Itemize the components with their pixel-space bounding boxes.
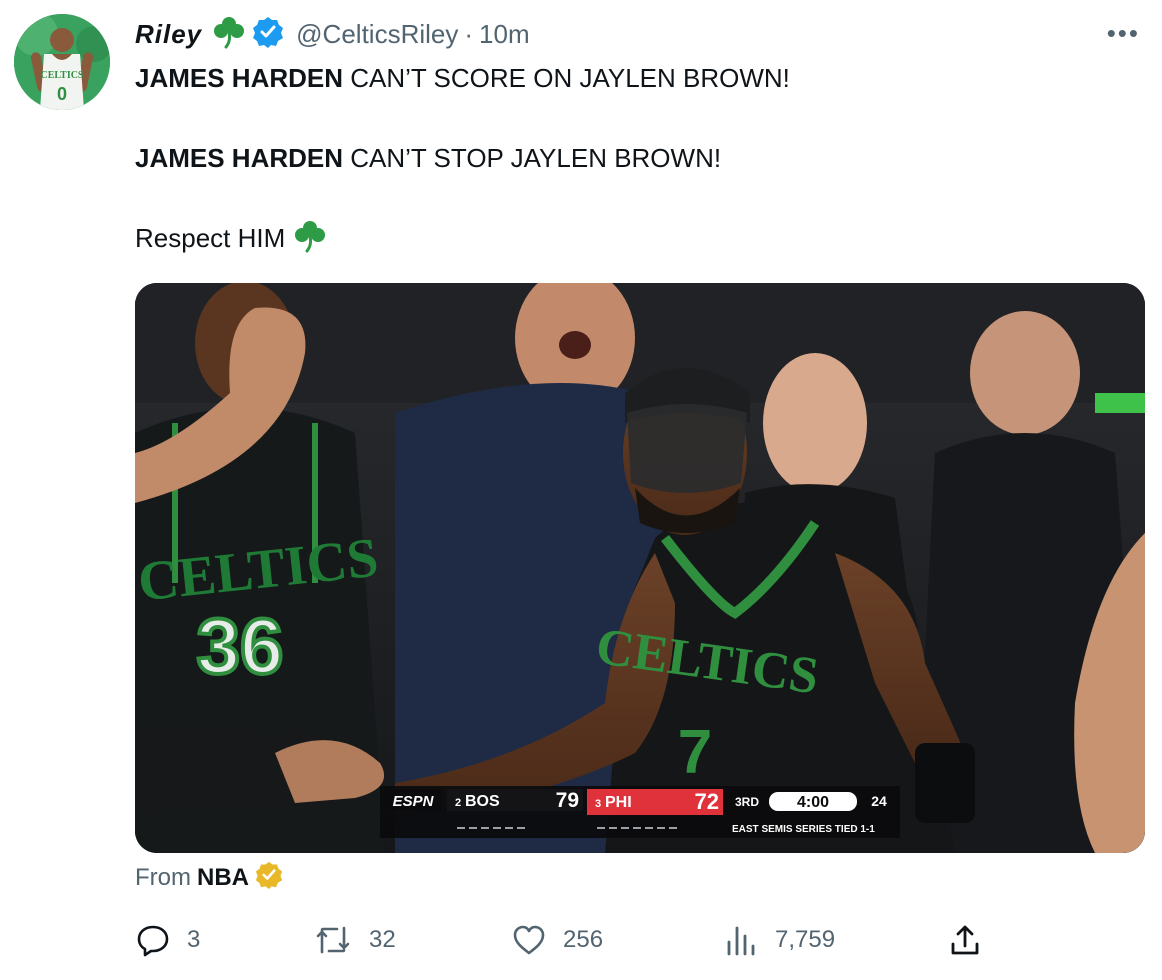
- clover-icon: [293, 219, 327, 264]
- shot-clock: 24: [871, 793, 887, 809]
- more-icon[interactable]: •••: [1107, 20, 1140, 46]
- verified-icon[interactable]: [252, 16, 284, 53]
- reply-count: 3: [187, 926, 201, 953]
- source-name[interactable]: NBA: [197, 864, 249, 892]
- tweet-line-2-rest: CAN’T STOP JAYLEN BROWN!: [343, 143, 722, 173]
- share-icon: [947, 922, 983, 958]
- tweet-line-1: JAMES HARDEN CAN’T SCORE ON JAYLEN BROWN…: [135, 58, 1135, 98]
- reply-icon: [135, 922, 171, 958]
- source-attribution[interactable]: From NBA: [135, 860, 283, 896]
- views-count: 7,759: [775, 926, 836, 953]
- home-seed: 3: [595, 798, 601, 810]
- retweet-button[interactable]: 32: [313, 918, 396, 962]
- retweet-icon: [313, 922, 353, 958]
- tweet-time[interactable]: 10m: [479, 19, 530, 50]
- quarter: 3RD: [735, 795, 759, 809]
- like-count: 256: [563, 926, 604, 953]
- tweet-line-1-bold: JAMES HARDEN: [135, 63, 344, 93]
- avatar-jersey-text: CELTICS: [41, 70, 84, 81]
- tweet-line-1-rest: CAN’T SCORE ON JAYLEN BROWN!: [343, 63, 790, 93]
- tweet-header: Riley @CelticsRiley · 10m: [135, 14, 530, 54]
- gold-check-icon: [255, 861, 283, 896]
- share-button[interactable]: [947, 918, 983, 962]
- author-name[interactable]: Riley: [135, 19, 202, 50]
- away-team: BOS: [465, 793, 500, 810]
- tweet-line-2: JAMES HARDEN CAN’T STOP JAYLEN BROWN!: [135, 138, 1135, 178]
- away-seed: 2: [455, 797, 461, 809]
- avatar-jersey-number: 0: [57, 84, 67, 104]
- author-handle[interactable]: @CelticsRiley: [296, 19, 458, 50]
- views-button[interactable]: 7,759: [723, 918, 835, 962]
- clover-icon: [212, 15, 246, 54]
- home-score: 72: [695, 789, 719, 814]
- tweet[interactable]: CELTICS 0 Riley @CelticsRiley · 10m ••• …: [0, 0, 1162, 980]
- like-button[interactable]: 256: [511, 918, 603, 962]
- tweet-video[interactable]: CELTICS 36 CELTICS 7 ESPN 2 BOS 79 3 PHI…: [135, 283, 1145, 853]
- avatar[interactable]: CELTICS 0: [14, 14, 110, 110]
- action-bar: 3 32 256 7,759: [135, 918, 1135, 962]
- scorebug: ESPN 2 BOS 79 3 PHI 72 3RD 4:00 24 EAST …: [380, 786, 900, 838]
- game-clock: 4:00: [797, 794, 829, 811]
- from-label: From: [135, 864, 191, 891]
- front-jersey-number: 7: [678, 718, 712, 787]
- tweet-line-3-text: Respect HIM: [135, 223, 286, 253]
- series-status: EAST SEMIS SERIES TIED 1-1: [732, 824, 875, 835]
- tweet-text: JAMES HARDEN CAN’T SCORE ON JAYLEN BROWN…: [135, 58, 1135, 264]
- away-score: 79: [556, 789, 579, 812]
- home-team: PHI: [605, 794, 632, 811]
- network-logo: ESPN: [393, 793, 435, 810]
- like-icon: [511, 922, 547, 958]
- back-jersey-number: 36: [197, 602, 284, 690]
- views-icon: [723, 922, 759, 958]
- retweet-count: 32: [369, 926, 396, 953]
- separator-dot: ·: [464, 18, 474, 49]
- reply-button[interactable]: 3: [135, 918, 200, 962]
- tweet-line-3: Respect HIM: [135, 218, 1135, 264]
- tweet-line-2-bold: JAMES HARDEN: [135, 143, 344, 173]
